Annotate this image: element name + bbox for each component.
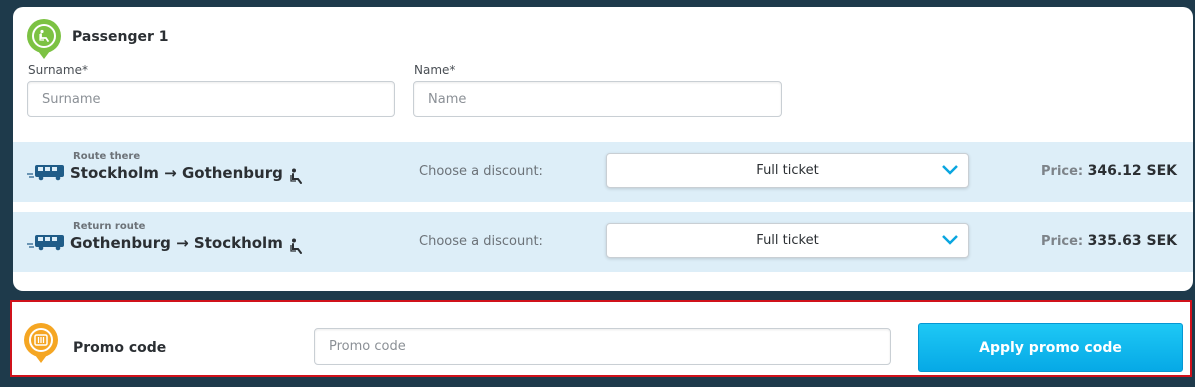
chevron-down-icon bbox=[942, 165, 958, 175]
discount-label: Choose a discount: bbox=[419, 164, 543, 179]
price-return: Price: 335.63 SEK bbox=[1041, 233, 1177, 249]
surname-label: Surname* bbox=[28, 63, 88, 77]
apply-promo-code-button[interactable]: Apply promo code bbox=[918, 323, 1183, 372]
route-return-from: Gothenburg bbox=[70, 234, 171, 252]
route-return-name: Gothenburg → Stockholm bbox=[70, 234, 283, 252]
name-input[interactable] bbox=[413, 81, 782, 117]
promo-code-card: Promo code Apply promo code bbox=[10, 300, 1192, 377]
promo-code-input[interactable] bbox=[314, 328, 891, 365]
discount-select-there[interactable]: Full ticket bbox=[606, 153, 969, 188]
discount-select-value: Full ticket bbox=[756, 163, 819, 178]
passenger-card: Passenger 1 Surname* Name* Route there S… bbox=[13, 7, 1193, 291]
passenger-title: Passenger 1 bbox=[72, 29, 169, 45]
price-label: Price: bbox=[1041, 164, 1084, 179]
discount-select-value: Full ticket bbox=[756, 233, 819, 248]
route-there-label: Route there bbox=[73, 151, 141, 162]
bus-icon bbox=[27, 165, 64, 181]
price-there: Price: 346.12 SEK bbox=[1041, 163, 1177, 179]
name-label: Name* bbox=[414, 63, 456, 77]
ticket-pin-icon bbox=[24, 323, 58, 363]
route-there-to: Gothenburg bbox=[181, 164, 283, 182]
route-row-there: Route there Stockholm → Gothenburg Choos… bbox=[13, 142, 1193, 202]
route-return-label: Return route bbox=[73, 221, 146, 232]
price-value: 335.63 SEK bbox=[1087, 233, 1177, 249]
seat-icon bbox=[290, 168, 302, 184]
price-label: Price: bbox=[1041, 234, 1084, 249]
route-row-return: Return route Gothenburg → Stockholm Choo… bbox=[13, 212, 1193, 272]
surname-input[interactable] bbox=[27, 81, 395, 117]
discount-label: Choose a discount: bbox=[419, 234, 543, 249]
route-return-to: Stockholm bbox=[193, 234, 283, 252]
route-arrow-icon: → bbox=[176, 234, 189, 252]
discount-select-return[interactable]: Full ticket bbox=[606, 223, 969, 258]
bus-icon bbox=[27, 235, 64, 251]
promo-title: Promo code bbox=[73, 340, 167, 356]
price-value: 346.12 SEK bbox=[1087, 163, 1177, 179]
seat-icon bbox=[290, 238, 302, 254]
route-there-from: Stockholm bbox=[70, 164, 159, 182]
passenger-seat-pin-icon bbox=[27, 19, 61, 59]
route-there-name: Stockholm → Gothenburg bbox=[70, 164, 283, 182]
route-arrow-icon: → bbox=[164, 164, 177, 182]
chevron-down-icon bbox=[942, 235, 958, 245]
